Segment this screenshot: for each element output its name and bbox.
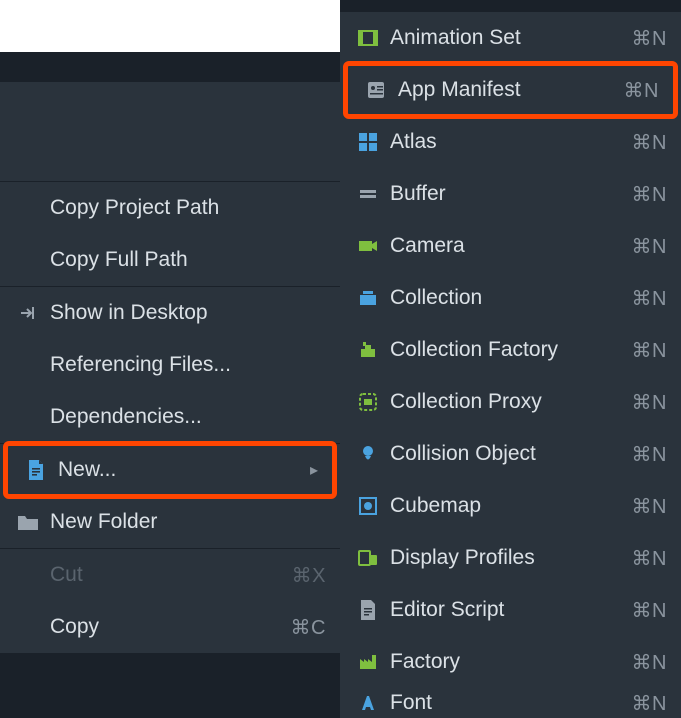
shortcut: ⌘N — [624, 78, 659, 103]
collection-factory-icon — [354, 339, 382, 361]
menu-item-editor-script[interactable]: Editor Script ⌘N — [340, 584, 681, 636]
menu-item-copy-full-path[interactable]: Copy Full Path — [0, 234, 340, 286]
label: Font — [390, 691, 632, 715]
menu-item-factory[interactable]: Factory ⌘N — [340, 636, 681, 688]
shortcut: ⌘N — [632, 130, 667, 155]
menu-item-cut: Cut ⌘X — [0, 549, 340, 601]
label: Copy Full Path — [50, 248, 326, 272]
collection-proxy-icon — [354, 391, 382, 413]
menu-item-show-in-desktop[interactable]: Show in Desktop — [0, 287, 340, 339]
font-icon — [354, 692, 382, 714]
shortcut: ⌘N — [632, 494, 667, 519]
menu-item-collection-factory[interactable]: Collection Factory ⌘N — [340, 324, 681, 376]
shortcut: ⌘X — [292, 563, 326, 588]
menu-item-dependencies[interactable]: Dependencies... — [0, 391, 340, 443]
buffer-icon — [354, 183, 382, 205]
label: New Folder — [50, 510, 326, 534]
arrow-right-icon — [14, 304, 42, 322]
shortcut: ⌘N — [632, 442, 667, 467]
cubemap-icon — [354, 495, 382, 517]
animation-set-icon — [354, 27, 382, 49]
label: Show in Desktop — [50, 301, 326, 325]
menu-item-buffer[interactable]: Buffer ⌘N — [340, 168, 681, 220]
label: Copy — [50, 615, 291, 639]
shortcut: ⌘C — [291, 615, 326, 640]
shortcut: ⌘N — [632, 286, 667, 311]
menu-item-collection[interactable]: Collection ⌘N — [340, 272, 681, 324]
menu-item-collision-object[interactable]: Collision Object ⌘N — [340, 428, 681, 480]
context-menu-left: Copy Project Path Copy Full Path Show in… — [0, 82, 340, 653]
label: Cubemap — [390, 494, 632, 518]
label: Copy Project Path — [50, 196, 326, 220]
label: Buffer — [390, 182, 632, 206]
menu-item-copy[interactable]: Copy ⌘C — [0, 601, 340, 653]
shortcut: ⌘N — [632, 26, 667, 51]
menu-item-cubemap[interactable]: Cubemap ⌘N — [340, 480, 681, 532]
truncated-region — [0, 82, 340, 182]
submenu-new: Animation Set ⌘N App Manifest ⌘N Atlas ⌘… — [340, 12, 681, 718]
label: Cut — [50, 563, 292, 587]
menu-item-camera[interactable]: Camera ⌘N — [340, 220, 681, 272]
menu-item-collection-proxy[interactable]: Collection Proxy ⌘N — [340, 376, 681, 428]
menu-item-new-folder[interactable]: New Folder — [0, 496, 340, 548]
app-manifest-icon — [362, 79, 390, 101]
label: Collection Factory — [390, 338, 632, 362]
menu-item-font[interactable]: Font ⌘N — [340, 688, 681, 718]
menu-item-app-manifest[interactable]: App Manifest ⌘N — [343, 61, 678, 119]
file-icon — [22, 459, 50, 481]
menu-item-referencing-files[interactable]: Referencing Files... — [0, 339, 340, 391]
folder-icon — [14, 513, 42, 531]
editor-script-icon — [354, 599, 382, 621]
label: Animation Set — [390, 26, 632, 50]
label: Atlas — [390, 130, 632, 154]
label: Camera — [390, 234, 632, 258]
label: Referencing Files... — [50, 353, 326, 377]
shortcut: ⌘N — [632, 691, 667, 716]
shortcut: ⌘N — [632, 546, 667, 571]
menu-item-copy-project-path[interactable]: Copy Project Path — [0, 182, 340, 234]
label: Collision Object — [390, 442, 632, 466]
menu-item-display-profiles[interactable]: Display Profiles ⌘N — [340, 532, 681, 584]
menu-item-new[interactable]: New... ▸ — [3, 441, 337, 499]
label: Display Profiles — [390, 546, 632, 570]
shortcut: ⌘N — [632, 598, 667, 623]
label: Factory — [390, 650, 632, 674]
shortcut: ⌘N — [632, 234, 667, 259]
camera-icon — [354, 235, 382, 257]
label: Collection — [390, 286, 632, 310]
label: Dependencies... — [50, 405, 326, 429]
display-profiles-icon — [354, 547, 382, 569]
atlas-icon — [354, 131, 382, 153]
gap — [0, 52, 340, 82]
factory-icon — [354, 651, 382, 673]
menu-item-atlas[interactable]: Atlas ⌘N — [340, 116, 681, 168]
top-white-strip — [0, 0, 340, 52]
label: App Manifest — [398, 78, 624, 102]
shortcut: ⌘N — [632, 650, 667, 675]
shortcut: ⌘N — [632, 182, 667, 207]
menu-item-animation-set[interactable]: Animation Set ⌘N — [340, 12, 681, 64]
collision-object-icon — [354, 443, 382, 465]
label: Collection Proxy — [390, 390, 632, 414]
collection-icon — [354, 287, 382, 309]
label: Editor Script — [390, 598, 632, 622]
label: New... — [58, 458, 310, 482]
chevron-right-icon: ▸ — [310, 460, 318, 480]
shortcut: ⌘N — [632, 338, 667, 363]
shortcut: ⌘N — [632, 390, 667, 415]
